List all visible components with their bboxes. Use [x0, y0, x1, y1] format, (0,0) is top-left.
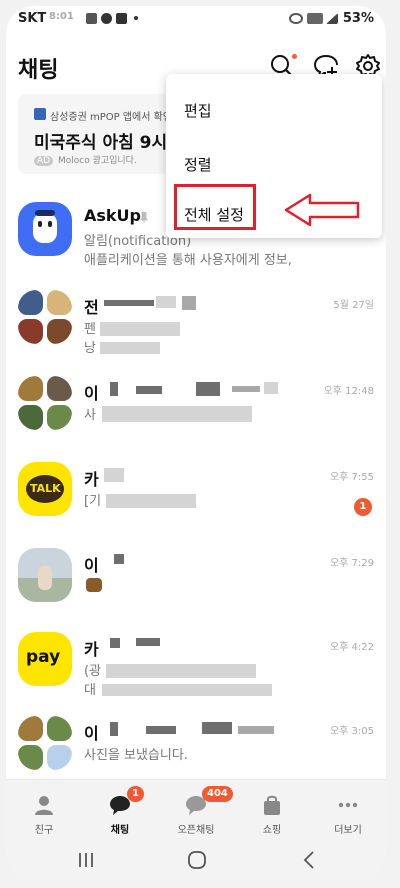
clock: 8:01 — [49, 11, 74, 22]
redacted-text — [110, 382, 118, 396]
shopping-bag-icon — [264, 795, 280, 815]
nav-shopping[interactable]: 쇼핑 — [234, 780, 310, 842]
redacted-text — [100, 342, 160, 354]
redacted-text — [110, 722, 118, 736]
advertiser-logo-icon — [34, 108, 46, 120]
ad-headline: 미국주식 아침 9시 — [34, 133, 168, 153]
unread-badge: 1 — [354, 498, 372, 516]
redacted-text — [264, 382, 278, 394]
nav-friends[interactable]: 친구 — [6, 780, 82, 842]
chat-time: 오후 7:29 — [329, 558, 374, 569]
nav-chats[interactable]: 1 채팅 — [82, 780, 158, 842]
nav-more[interactable]: 더보기 — [310, 780, 386, 842]
more-notifications-dot-icon — [134, 16, 138, 20]
recent-apps-icon[interactable] — [76, 851, 96, 869]
chat-name: 카 — [84, 470, 99, 489]
back-icon[interactable] — [302, 850, 316, 870]
kakao-talk-avatar: TALK — [18, 462, 72, 516]
hotspot-icon — [289, 13, 303, 24]
talk-logo-text: TALK — [30, 482, 61, 495]
redacted-text — [106, 664, 256, 678]
chat-time: 오후 12:48 — [323, 386, 374, 397]
ad-source: 삼성증권 mPOP 앱에서 확인 — [50, 112, 173, 123]
system-navigation-bar — [6, 841, 386, 878]
annotation-arrow-icon — [284, 193, 360, 227]
preview-line: 애플리케이션을 통해 사용자에게 정보, — [84, 253, 292, 268]
nav-badge: 1 — [127, 786, 144, 802]
gallery-notification-icon — [86, 13, 97, 24]
group-avatar — [18, 290, 72, 344]
status-bar: SKT 8:01 53% — [6, 6, 386, 32]
kakao-pay-avatar: pay — [18, 632, 72, 686]
nav-label: 쇼핑 — [262, 825, 282, 836]
redacted-text — [182, 296, 196, 310]
nav-label: 친구 — [34, 825, 54, 836]
redacted-text — [106, 494, 196, 508]
more-dots-icon — [338, 802, 358, 808]
chat-time: 오후 4:22 — [329, 642, 374, 653]
ad-tag: AD — [34, 156, 54, 166]
ad-advertiser: Moloco 광고입니다. — [57, 156, 137, 166]
chat-name: 카 — [84, 640, 99, 659]
chat-name: 이 — [84, 384, 99, 403]
chat-preview: 사진을 보냈습니다. — [84, 746, 374, 765]
avatar — [18, 202, 72, 256]
redacted-text — [100, 322, 180, 336]
pin-icon — [140, 212, 148, 224]
chat-name: 이 — [84, 724, 99, 743]
chat-row[interactable]: 이 오후 7:29 — [6, 548, 386, 626]
chat-name: 이 — [84, 556, 99, 575]
redacted-text — [156, 296, 176, 308]
redacted-text — [146, 726, 176, 734]
redacted-text — [238, 726, 274, 734]
avatar — [18, 548, 72, 602]
talk-notification-icon — [101, 13, 112, 24]
chat-time: 오후 7:55 — [329, 472, 374, 483]
redacted-text — [136, 638, 160, 646]
chat-row[interactable]: 전 펜 낭 5월 27일 — [6, 290, 386, 368]
device-frame: SKT 8:01 53% 채팅 삼성증권 mPOP 앱에서 확인 미국주식 아침… — [0, 0, 400, 888]
home-icon[interactable] — [187, 850, 207, 870]
bottom-navigation: 친구 1 채팅 404 오픈채팅 쇼핑 더보기 — [6, 779, 386, 841]
group-avatar — [18, 376, 72, 430]
page-title: 채팅 — [18, 58, 59, 83]
pay-logo-text: pay — [26, 647, 61, 667]
nav-badge: 404 — [202, 786, 233, 802]
redacted-text — [102, 406, 252, 422]
chat-row[interactable]: 이 사 오후 12:48 — [6, 376, 386, 454]
battery-level: 53% — [342, 11, 374, 26]
chat-name: 전 — [84, 298, 99, 317]
w-notification-icon — [116, 13, 127, 24]
ad-label: AD Moloco 광고입니다. — [34, 153, 137, 166]
nav-open-chat[interactable]: 404 오픈채팅 — [158, 780, 234, 842]
redacted-text — [202, 722, 232, 734]
redacted-text — [104, 300, 154, 306]
menu-item-edit[interactable]: 편집 — [184, 100, 212, 121]
redacted-text — [110, 638, 120, 648]
annotation-highlight-box — [174, 184, 256, 230]
chat-time: 5월 27일 — [333, 300, 374, 311]
redacted-text — [104, 468, 124, 482]
new-dot — [292, 54, 297, 59]
redacted-text — [232, 386, 260, 392]
nav-label: 더보기 — [334, 825, 362, 836]
person-icon — [35, 796, 53, 815]
chat-row[interactable]: pay 카 (광 대 오후 4:22 — [6, 632, 386, 710]
phone-screen: SKT 8:01 53% 채팅 삼성증권 mPOP 앱에서 확인 미국주식 아침… — [6, 6, 386, 878]
nav-label: 오픈채팅 — [177, 825, 215, 836]
lte-signal-icon — [307, 13, 323, 24]
redacted-text — [114, 554, 124, 564]
redacted-text — [136, 386, 162, 394]
chat-row[interactable]: TALK 카 [기 오후 7:55 1 — [6, 462, 386, 540]
redacted-text — [102, 684, 272, 696]
menu-item-sort[interactable]: 정렬 — [184, 154, 212, 175]
chat-time: 오후 3:05 — [329, 726, 374, 737]
carrier-label: SKT — [18, 11, 47, 26]
nav-label: 채팅 — [110, 825, 130, 836]
chat-name: AskUp — [84, 206, 141, 225]
emoticon-icon — [86, 578, 102, 592]
group-avatar — [18, 716, 72, 770]
redacted-text — [196, 382, 220, 396]
preview-line: 사진을 보냈습니다. — [84, 748, 188, 763]
